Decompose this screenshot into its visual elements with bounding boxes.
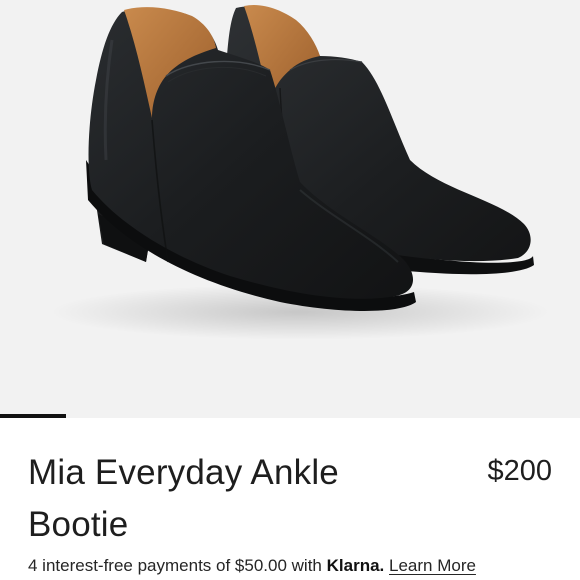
product-image[interactable] <box>0 0 580 418</box>
product-info: Mia Everyday Ankle Bootie $200 4 interes… <box>0 418 580 580</box>
learn-more-link[interactable]: Learn More <box>389 556 476 575</box>
product-page: Mia Everyday Ankle Bootie $200 4 interes… <box>0 0 580 580</box>
klarna-financing-line: 4 interest-free payments of $50.00 with … <box>28 555 476 577</box>
financing-text: 4 interest-free payments of $50.00 with <box>28 556 322 575</box>
product-title: Mia Everyday Ankle Bootie <box>28 453 339 544</box>
klarna-logo: Klarna. <box>326 556 385 575</box>
product-price: $200 <box>487 455 552 487</box>
product-image-gallery[interactable] <box>0 0 580 418</box>
